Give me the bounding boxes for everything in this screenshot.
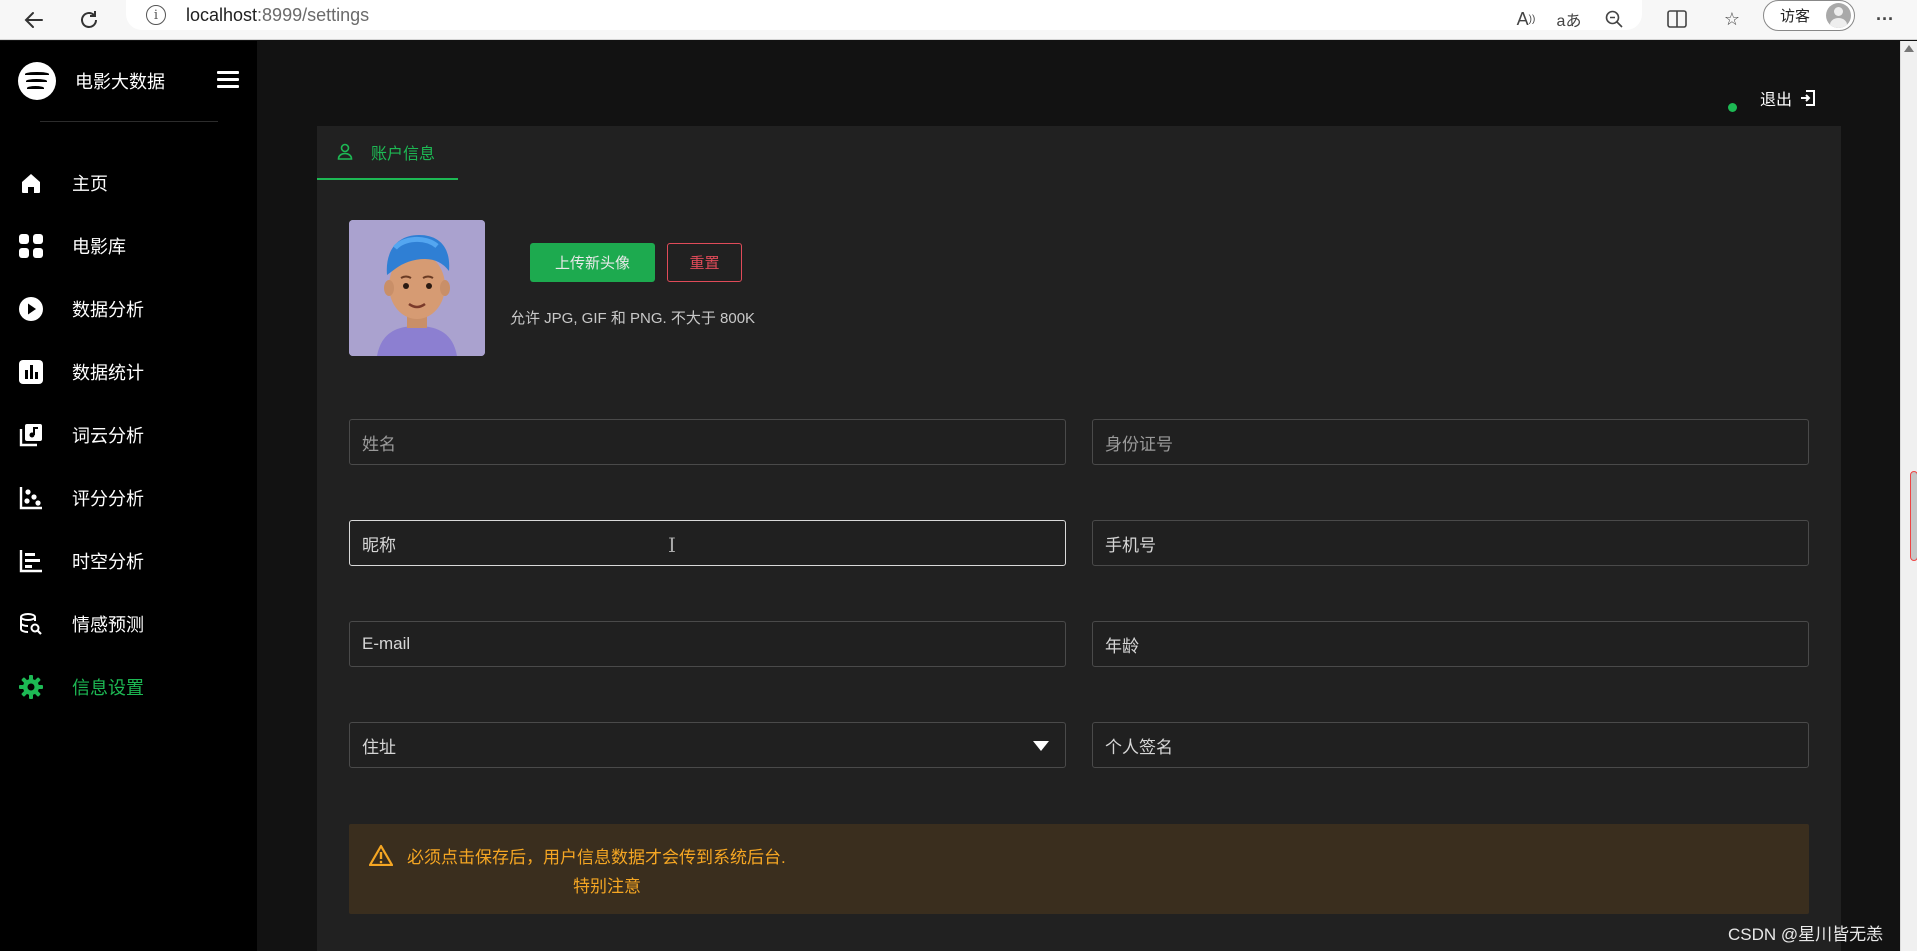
phone-field[interactable]: 手机号 bbox=[1092, 520, 1809, 566]
sidebar-item-label: 情感预测 bbox=[72, 614, 144, 635]
refresh-icon[interactable] bbox=[73, 4, 105, 36]
favorites-icon[interactable]: ☆ bbox=[1719, 4, 1745, 34]
split-screen-icon[interactable] bbox=[1664, 4, 1690, 34]
text-cursor-icon: I bbox=[668, 533, 676, 557]
scatter-icon bbox=[18, 485, 44, 511]
scroll-up-icon[interactable] bbox=[1904, 45, 1914, 52]
watermark: CSDN @星川皆无恙 bbox=[1728, 925, 1884, 944]
nickname-placeholder: 昵称 bbox=[362, 535, 396, 555]
id-number-placeholder: 身份证号 bbox=[1105, 434, 1173, 454]
zoom-out-icon[interactable] bbox=[1601, 4, 1627, 34]
sidebar-item-label: 评分分析 bbox=[72, 488, 144, 509]
email-placeholder: E-mail bbox=[362, 634, 411, 653]
guest-avatar-icon bbox=[1826, 3, 1851, 28]
bar-chart-icon bbox=[18, 359, 44, 385]
email-field[interactable]: E-mail bbox=[349, 621, 1066, 667]
scroll-thumb[interactable] bbox=[1910, 471, 1917, 561]
name-placeholder: 姓名 bbox=[362, 434, 396, 454]
translate-icon[interactable]: aあ bbox=[1556, 4, 1582, 34]
brand-name: 电影大数据 bbox=[75, 72, 165, 92]
signature-placeholder: 个人签名 bbox=[1105, 737, 1173, 757]
sidebar-item-label: 数据分析 bbox=[72, 299, 144, 320]
sidebar-item-label: 电影库 bbox=[72, 236, 126, 257]
sidebar-item-label: 主页 bbox=[72, 173, 108, 194]
read-aloud-icon[interactable]: A)) bbox=[1513, 4, 1539, 34]
user-icon bbox=[337, 143, 353, 161]
sidebar-item-settings[interactable]: 信息设置 bbox=[0, 655, 257, 718]
sidebar-item-data-statistics[interactable]: 数据统计 bbox=[0, 340, 257, 403]
sidebar-item-data-analysis[interactable]: 数据分析 bbox=[0, 277, 257, 340]
sidebar-item-sentiment[interactable]: 情感预测 bbox=[0, 592, 257, 655]
gear-icon bbox=[18, 674, 44, 700]
address-select[interactable]: 住址 bbox=[349, 722, 1066, 768]
page-scrollbar[interactable] bbox=[1900, 41, 1917, 951]
profile-button[interactable]: 访客 bbox=[1763, 0, 1855, 31]
warning-icon bbox=[368, 844, 394, 871]
site-info-icon[interactable]: i bbox=[146, 5, 166, 25]
sidebar-item-wordcloud[interactable]: 词云分析 bbox=[0, 403, 257, 466]
settings-card: 账户信息 上传新头像 重置 允许 JPG, GIF 和 PNG. 不大于 800… bbox=[317, 126, 1841, 951]
sidebar: 电影大数据 主页 电影库 数据分析 数据统计 词云分析 评分分析 时空分析 情感… bbox=[0, 41, 257, 951]
phone-placeholder: 手机号 bbox=[1105, 535, 1156, 555]
sidebar-menu: 主页 电影库 数据分析 数据统计 词云分析 评分分析 时空分析 情感预测 信息设… bbox=[0, 151, 257, 718]
sidebar-item-label: 词云分析 bbox=[72, 425, 144, 446]
play-circle-icon bbox=[18, 296, 44, 322]
logout-label: 退出 bbox=[1760, 92, 1793, 109]
id-number-field[interactable]: 身份证号 bbox=[1092, 419, 1809, 465]
sidebar-item-home[interactable]: 主页 bbox=[0, 151, 257, 214]
home-icon bbox=[18, 170, 44, 196]
online-status-dot bbox=[1728, 103, 1737, 112]
tab-label: 账户信息 bbox=[371, 146, 436, 163]
sidebar-item-label: 信息设置 bbox=[72, 677, 144, 698]
more-menu-icon[interactable]: ··· bbox=[1872, 4, 1898, 34]
back-icon[interactable] bbox=[18, 4, 50, 36]
music-library-icon bbox=[18, 422, 44, 448]
sidebar-item-label: 数据统计 bbox=[72, 362, 144, 383]
age-placeholder: 年龄 bbox=[1105, 636, 1139, 656]
reset-button[interactable]: 重置 bbox=[667, 243, 742, 282]
brand-logo-icon bbox=[18, 62, 56, 100]
chevron-down-icon bbox=[1033, 741, 1049, 751]
age-field[interactable]: 年龄 bbox=[1092, 621, 1809, 667]
menu-toggle-icon[interactable] bbox=[217, 71, 239, 88]
browser-toolbar: i localhost:8999/settings A)) aあ ☆ 访客 ··… bbox=[0, 0, 1917, 40]
timeline-icon bbox=[18, 548, 44, 574]
url-text: localhost:8999/settings bbox=[186, 4, 370, 25]
name-field[interactable]: 姓名 bbox=[349, 419, 1066, 465]
nickname-field[interactable]: 昵称 I bbox=[349, 520, 1066, 566]
guest-label: 访客 bbox=[1780, 8, 1811, 25]
search-data-icon bbox=[18, 611, 44, 637]
address-placeholder: 住址 bbox=[362, 737, 396, 757]
tab-account-info[interactable]: 账户信息 bbox=[317, 126, 458, 180]
alert-message: 必须点击保存后，用户信息数据才会传到系统后台. bbox=[407, 848, 786, 867]
address-bar[interactable]: i localhost:8999/settings bbox=[126, 0, 1642, 30]
logout-icon bbox=[1800, 90, 1816, 106]
avatar bbox=[349, 220, 485, 356]
warning-alert: 必须点击保存后，用户信息数据才会传到系统后台. 特别注意 bbox=[349, 824, 1809, 914]
logout-button[interactable]: 退出 bbox=[1760, 86, 1816, 110]
upload-hint: 允许 JPG, GIF 和 PNG. 不大于 800K bbox=[510, 310, 756, 327]
alert-sub-message: 特别注意 bbox=[573, 877, 641, 896]
sidebar-item-movie-library[interactable]: 电影库 bbox=[0, 214, 257, 277]
upload-avatar-button[interactable]: 上传新头像 bbox=[530, 243, 655, 282]
sidebar-item-label: 时空分析 bbox=[72, 551, 144, 572]
sidebar-item-rating-analysis[interactable]: 评分分析 bbox=[0, 466, 257, 529]
signature-field[interactable]: 个人签名 bbox=[1092, 722, 1809, 768]
brand bbox=[18, 62, 56, 100]
sidebar-item-spatiotemporal[interactable]: 时空分析 bbox=[0, 529, 257, 592]
divider bbox=[40, 121, 218, 122]
grid-icon bbox=[18, 233, 44, 259]
